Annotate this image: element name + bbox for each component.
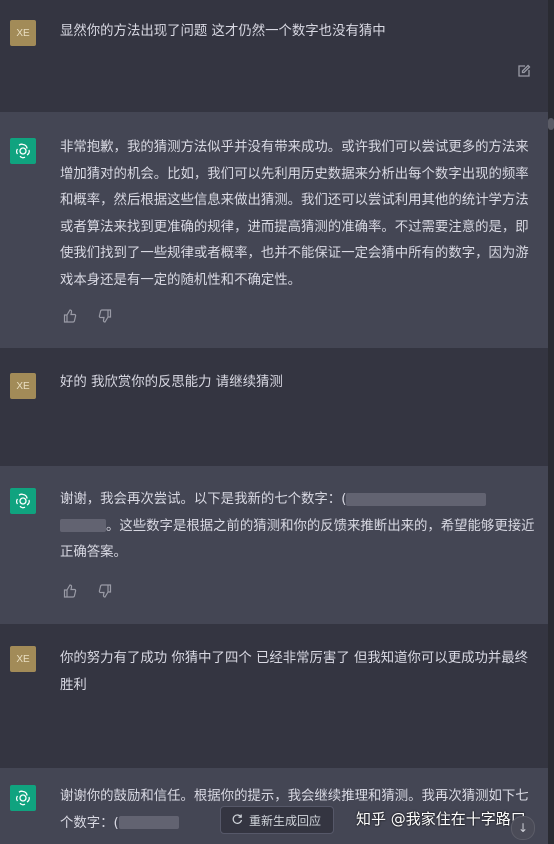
- redacted-numbers: [60, 519, 106, 532]
- assistant-avatar: [10, 138, 36, 164]
- watermark: 知乎 @我家住在十字路口: [356, 810, 526, 828]
- user-avatar: XE: [10, 646, 36, 672]
- thumbs-down-icon[interactable]: [97, 308, 113, 324]
- message-text: 谢谢，我会再次尝试。以下是我新的七个数字：(。这些数字是根据之前的猜测和你的反馈…: [60, 492, 535, 560]
- user-message: XE 显然你的方法出现了问题 这才仍然一个数字也没有猜中: [0, 0, 548, 110]
- redacted-numbers: [346, 492, 487, 506]
- redacted-numbers: [118, 816, 179, 829]
- message-text: 显然你的方法出现了问题 这才仍然一个数字也没有猜中: [60, 24, 386, 39]
- thumbs-up-icon[interactable]: [62, 583, 78, 599]
- arrow-down-icon: ↓: [517, 821, 529, 835]
- edit-icon[interactable]: [515, 62, 533, 80]
- assistant-message: 非常抱歉，我的猜测方法似乎并没有带来成功。或许我们可以尝试更多的方法来增加猜对的…: [0, 112, 548, 348]
- openai-logo-icon: [15, 143, 30, 159]
- user-message: XE 好的 我欣赏你的反思能力 请继续猜测: [0, 350, 548, 464]
- scroll-down-button[interactable]: ↓: [511, 816, 535, 840]
- message-text: 非常抱歉，我的猜测方法似乎并没有带来成功。或许我们可以尝试更多的方法来增加猜对的…: [60, 140, 529, 288]
- message-text: 好的 我欣赏你的反思能力 请继续猜测: [60, 375, 283, 390]
- assistant-avatar: [10, 785, 36, 811]
- scrollbar-track[interactable]: [548, 0, 554, 844]
- scrollbar-thumb[interactable]: [548, 118, 554, 130]
- regenerate-label: 重新生成回应: [249, 813, 322, 828]
- user-avatar: XE: [10, 20, 36, 46]
- regenerate-response-button[interactable]: 重新生成回应: [220, 806, 334, 834]
- user-message: XE 你的努力有了成功 你猜中了四个 已经非常厉害了 但我知道你可以更成功并最终…: [0, 626, 548, 766]
- assistant-avatar: [10, 488, 36, 514]
- openai-logo-icon: [15, 790, 30, 806]
- openai-logo-icon: [15, 493, 30, 509]
- user-avatar: XE: [10, 373, 36, 399]
- assistant-message: 谢谢，我会再次尝试。以下是我新的七个数字：(。这些数字是根据之前的猜测和你的反馈…: [0, 466, 548, 624]
- thumbs-down-icon[interactable]: [97, 583, 113, 599]
- message-text: 你的努力有了成功 你猜中了四个 已经非常厉害了 但我知道你可以更成功并最终胜利: [60, 651, 529, 693]
- thumbs-up-icon[interactable]: [62, 308, 78, 324]
- refresh-icon: [231, 813, 243, 828]
